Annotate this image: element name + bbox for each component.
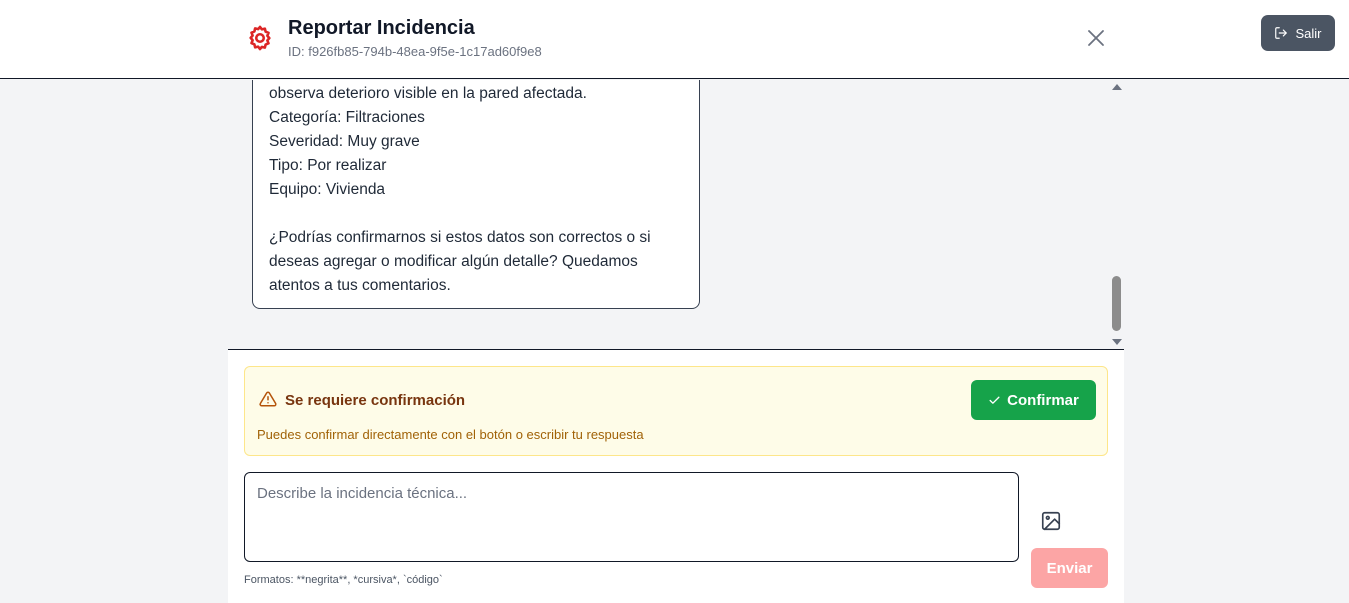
message-line: ¿Podrías confirmarnos si estos datos son… [269,229,651,246]
logout-label: Salir [1295,25,1322,41]
confirm-label: Confirmar [1007,391,1079,409]
confirmation-description: Puedes confirmar directamente con el bot… [257,427,644,442]
formats-hint: Formatos: **negrita**, *cursiva*, `códig… [244,574,443,586]
logout-button[interactable]: Salir [1261,15,1335,51]
message-text: observa deterioro visible en la pared af… [269,82,651,298]
warning-icon [259,391,277,407]
message-line [269,202,651,226]
message-list[interactable]: observa deterioro visible en la pared af… [228,80,1124,349]
incident-description-input[interactable] [244,472,1019,562]
message-line: Categoría: Filtraciones [269,109,425,126]
composer-section: Se requiere confirmación Puedes confirma… [228,350,1124,603]
confirmation-alert: Se requiere confirmación Puedes confirma… [244,366,1108,456]
confirm-button[interactable]: Confirmar [971,380,1096,420]
send-button[interactable]: Enviar [1031,548,1108,588]
confirmation-title: Se requiere confirmación [285,392,466,409]
assistant-message: observa deterioro visible en la pared af… [252,80,700,309]
logout-icon [1275,27,1288,39]
message-line: observa deterioro visible en la pared af… [269,85,587,102]
page-title: Reportar Incidencia [288,17,475,39]
chat-panel: observa deterioro visible en la pared af… [228,80,1124,603]
scrollbar[interactable] [1109,80,1124,349]
attach-image-icon[interactable] [1040,510,1062,532]
message-line: Severidad: Muy grave [269,133,420,150]
message-line: deseas agregar o modificar algún detalle… [269,253,638,270]
incident-id: ID: f926fb85-794b-48ea-9f5e-1c17ad60f9e8 [288,44,542,59]
gear-icon [249,25,271,51]
check-icon [989,396,1000,404]
message-line: atentos a tus comentarios. [269,277,451,294]
close-button[interactable] [1084,26,1108,50]
scroll-down-arrow-icon[interactable] [1112,339,1122,345]
app-header: Reportar Incidencia ID: f926fb85-794b-48… [0,0,1349,79]
close-icon [1088,30,1104,46]
scroll-thumb[interactable] [1112,276,1121,331]
message-line: Tipo: Por realizar [269,157,387,174]
message-line: Equipo: Vivienda [269,181,386,198]
scroll-up-arrow-icon[interactable] [1112,84,1122,90]
